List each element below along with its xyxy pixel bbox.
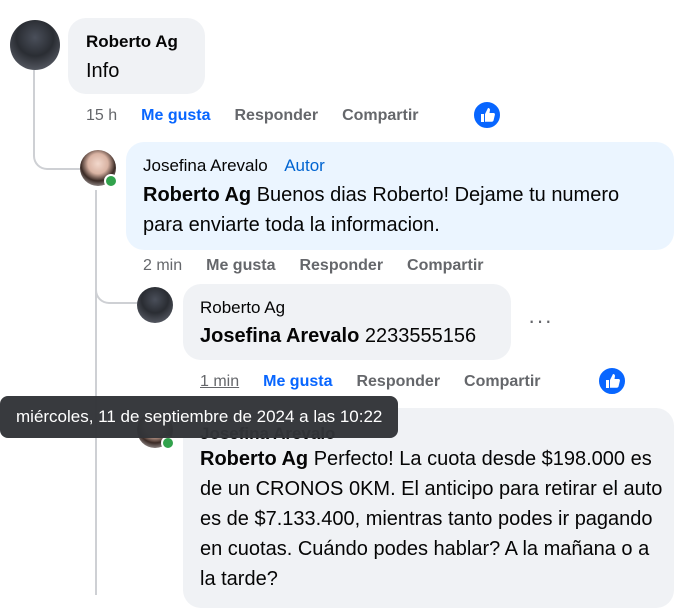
comment-actions: 15 h Me gusta Responder Compartir (86, 107, 443, 125)
comment-bubble: Roberto Ag Josefina Arevalo 2233555156 (183, 284, 511, 360)
comment-actions: 2 min Me gusta Responder Compartir (143, 257, 508, 275)
comment-text: Info (86, 60, 120, 82)
thread-connector (95, 282, 141, 304)
comment-time[interactable]: 1 min (200, 373, 239, 391)
mention-link[interactable]: Josefina Arevalo (200, 325, 359, 347)
reply-button[interactable]: Responder (356, 373, 440, 391)
like-button[interactable]: Me gusta (141, 107, 210, 125)
comment-author[interactable]: Josefina Arevalo (143, 156, 268, 175)
share-button[interactable]: Compartir (342, 107, 418, 125)
comment-author[interactable]: Roberto Ag (200, 298, 285, 318)
timestamp-tooltip: miércoles, 11 de septiembre de 2024 a la… (0, 396, 399, 438)
like-button[interactable]: Me gusta (206, 257, 275, 275)
like-button[interactable]: Me gusta (263, 373, 332, 391)
thumbs-up-icon[interactable] (597, 366, 627, 396)
share-button[interactable]: Compartir (407, 257, 483, 275)
comment-bubble: Josefina Arevalo Roberto Ag Perfecto! La… (183, 408, 674, 608)
reply-button[interactable]: Responder (234, 107, 318, 125)
online-status-icon (161, 436, 175, 450)
online-status-icon (104, 174, 118, 188)
comment-text: Josefina Arevalo 2233555156 (200, 325, 477, 347)
comment-time[interactable]: 15 h (86, 107, 117, 125)
thread-line (95, 190, 97, 595)
avatar-roberto[interactable] (10, 20, 60, 70)
thumbs-up-icon[interactable] (472, 100, 502, 130)
reply-button[interactable]: Responder (299, 257, 383, 275)
comment-author[interactable]: Roberto Ag (86, 32, 178, 52)
author-badge: Autor (284, 156, 325, 175)
more-options-button[interactable]: ··· (528, 308, 553, 334)
comment-bubble: Roberto Ag Info (68, 18, 205, 94)
comment-time[interactable]: 2 min (143, 257, 182, 275)
comment-text: Roberto Ag Perfecto! La cuota desde $198… (200, 448, 663, 590)
comment-actions: 1 min Me gusta Responder Compartir (200, 373, 565, 391)
comment-text: Roberto Ag Buenos dias Roberto! Dejame t… (143, 184, 620, 236)
mention-link[interactable]: Roberto Ag (200, 448, 308, 470)
share-button[interactable]: Compartir (464, 373, 540, 391)
comment-bubble: Josefina Arevalo Autor Roberto Ag Buenos… (126, 142, 674, 250)
avatar-roberto[interactable] (137, 287, 173, 323)
mention-link[interactable]: Roberto Ag (143, 184, 251, 206)
